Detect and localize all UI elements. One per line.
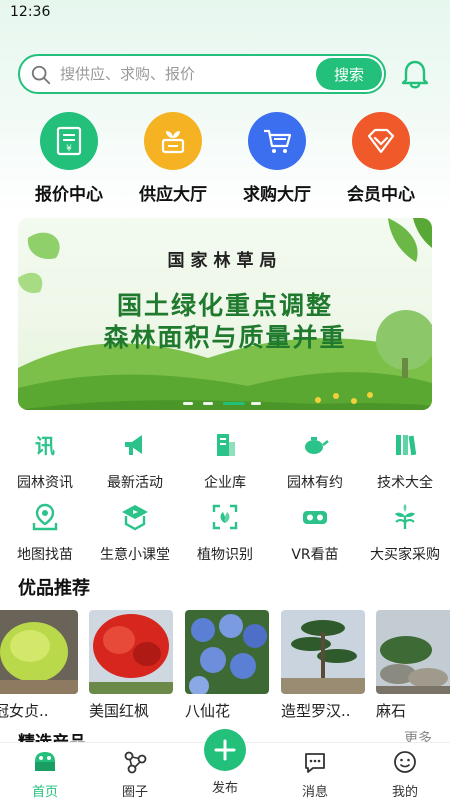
- nav-supply-hall[interactable]: 供应大厅: [123, 112, 223, 205]
- grid-garden-meetup[interactable]: 园林有约: [270, 430, 360, 492]
- nav-purchase-hall[interactable]: 求购大厅: [227, 112, 327, 205]
- grid-garden-news[interactable]: 讯 园林资讯: [0, 430, 90, 492]
- nav-member-center[interactable]: 会员中心: [331, 112, 431, 205]
- grid-vr-seedlings[interactable]: VR看苗: [270, 502, 360, 564]
- grid-latest-events[interactable]: 最新活动: [90, 430, 180, 492]
- grid-company-library[interactable]: 企业库: [180, 430, 270, 492]
- product-name: 冠女贞..: [0, 702, 49, 720]
- product-name: 造型罗汉..: [281, 702, 351, 720]
- grid-label: 最新活动: [107, 475, 163, 491]
- grid-plant-recognition[interactable]: 植物识别: [180, 502, 270, 564]
- banner-org: 国家林草局: [167, 251, 283, 271]
- tree-icon: [395, 504, 415, 529]
- search-button-label: 搜索: [333, 65, 364, 84]
- grid-map-seedlings[interactable]: 地图找苗: [0, 502, 90, 564]
- status-time: 12:36: [10, 4, 51, 20]
- tab-label: 首页: [31, 785, 58, 800]
- tab-home[interactable]: 首页: [0, 743, 90, 800]
- product-card[interactable]: 八仙花: [185, 610, 269, 720]
- home-icon: [35, 752, 55, 771]
- nav-label: 报价中心: [35, 185, 103, 205]
- grid-label: 植物识别: [197, 547, 253, 563]
- books-icon: [396, 435, 417, 456]
- message-icon: [305, 753, 325, 773]
- product-card[interactable]: 造型罗汉..: [281, 610, 365, 720]
- grid-label: 技术大全: [377, 475, 433, 491]
- product-name: 麻石: [376, 702, 407, 720]
- grid-label: 园林资讯: [17, 475, 73, 491]
- megaphone-icon: [125, 435, 142, 455]
- svg-text:讯: 讯: [35, 434, 55, 458]
- grid-tech-library[interactable]: 技术大全: [360, 430, 450, 492]
- grid-label: VR看苗: [291, 547, 339, 563]
- product-image: [185, 610, 269, 696]
- search-box[interactable]: 搜索: [18, 54, 386, 94]
- search-input[interactable]: [60, 62, 310, 86]
- product-image: [89, 610, 173, 694]
- grid-label: 大买家采购: [370, 547, 440, 563]
- promo-banner[interactable]: 国家林草局 国土绿化重点调整 森林面积与质量并重: [18, 218, 432, 410]
- product-image: [281, 610, 365, 694]
- nav-label: 求购大厅: [243, 185, 311, 205]
- product-name: 八仙花: [185, 702, 231, 720]
- search-button[interactable]: 搜索: [316, 58, 382, 90]
- vr-icon: [303, 511, 327, 524]
- search-row: 搜索: [18, 54, 438, 94]
- featured-products-carousel[interactable]: 冠女贞.. 美国红枫 八仙花: [0, 610, 450, 720]
- bell-icon[interactable]: [400, 58, 430, 90]
- banner-headline-2: 森林面积与质量并重: [103, 323, 347, 352]
- main-nav: ¥ 报价中心 供应大厅 求购大厅 会员中心: [0, 112, 450, 212]
- grid-business-class[interactable]: 生意小课堂: [90, 502, 180, 564]
- product-card[interactable]: 美国红枫: [89, 610, 173, 720]
- tab-label: 我的: [391, 785, 418, 800]
- building-icon: [217, 434, 235, 456]
- tab-profile[interactable]: 我的: [360, 743, 450, 800]
- tab-label: 消息: [301, 785, 328, 800]
- product-card[interactable]: 麻石: [376, 610, 450, 720]
- news-icon: 讯: [35, 434, 55, 458]
- status-bar: 12:36: [0, 0, 450, 26]
- video-class-icon: [122, 505, 148, 531]
- grid-label: 园林有约: [287, 475, 343, 491]
- search-icon: [31, 65, 51, 85]
- scan-plant-icon: [212, 504, 238, 530]
- tab-label: 圈子: [121, 785, 148, 800]
- product-card[interactable]: 冠女贞..: [0, 610, 78, 720]
- grid-label: 生意小课堂: [100, 547, 170, 563]
- tab-circle[interactable]: 圈子: [90, 743, 180, 800]
- product-image: [376, 610, 450, 694]
- map-pin-icon: [32, 503, 58, 531]
- nav-quote-center[interactable]: ¥ 报价中心: [19, 112, 119, 205]
- teapot-icon: [305, 437, 329, 454]
- diamond-icon: [352, 112, 410, 170]
- banner-headline-1: 国土绿化重点调整: [116, 291, 333, 320]
- product-image: [0, 610, 78, 694]
- more-link[interactable]: 更多: [404, 728, 432, 742]
- grid-big-buyer[interactable]: 大买家采购: [360, 502, 450, 564]
- product-name: 美国红枫: [89, 702, 150, 720]
- cart-icon: [248, 112, 306, 170]
- profile-icon: [394, 751, 416, 773]
- circle-network-icon: [124, 751, 147, 774]
- quote-doc-icon: ¥: [40, 112, 98, 170]
- grid-label: 地图找苗: [17, 547, 73, 563]
- svg-text:¥: ¥: [66, 144, 72, 154]
- featured-section-title: 优品推荐: [18, 578, 90, 599]
- nav-label: 供应大厅: [139, 185, 207, 205]
- tab-messages[interactable]: 消息: [270, 743, 360, 800]
- sprout-box-icon: [144, 112, 202, 170]
- selected-section-title: 精选产品: [18, 728, 86, 742]
- grid-label: 企业库: [204, 475, 246, 491]
- plus-icon: [214, 739, 236, 761]
- publish-button[interactable]: [204, 729, 246, 771]
- tab-label: 发布: [211, 781, 238, 796]
- nav-label: 会员中心: [347, 185, 415, 205]
- banner-page-indicator: [183, 402, 261, 405]
